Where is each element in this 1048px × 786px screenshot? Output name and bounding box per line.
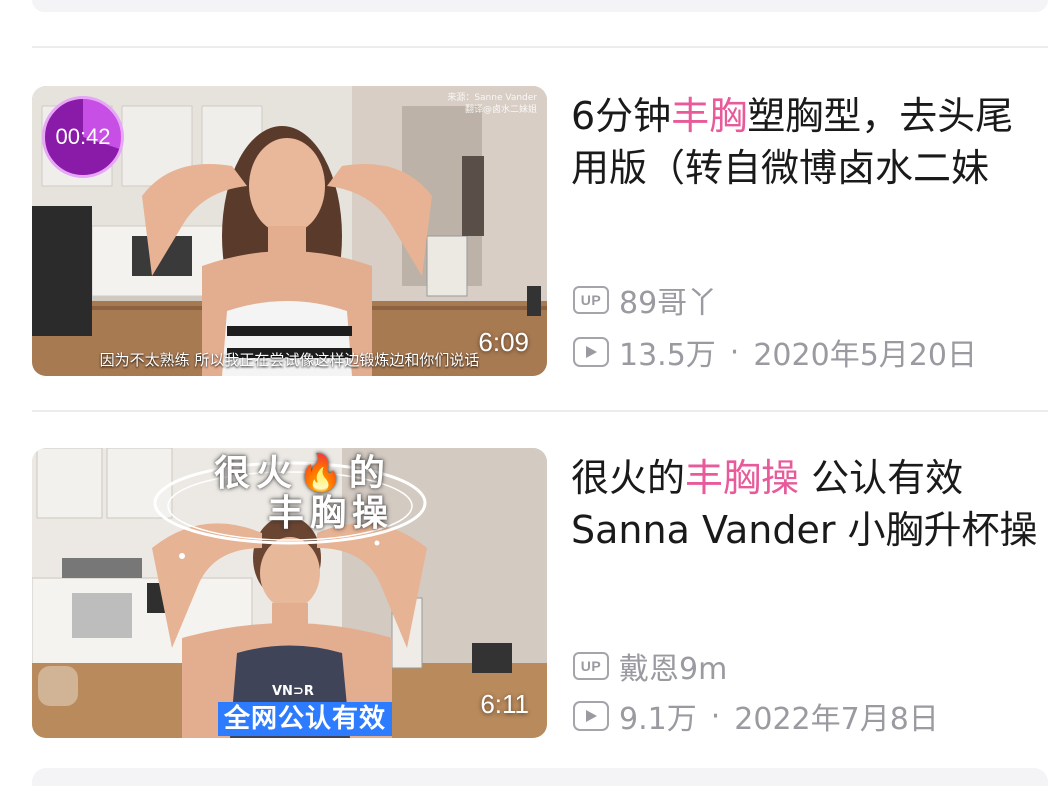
separator-dot: · <box>710 698 721 734</box>
exercise-timer: 00:42 <box>55 124 111 149</box>
video-title-line2[interactable]: Sanna Vander 小胸升杯操 <box>571 504 1048 556</box>
video-title-line2[interactable]: 用版（转自微博卤水二妹 <box>571 142 1048 194</box>
title-text: 很火的 <box>571 456 686 500</box>
play-count-icon <box>573 337 609 367</box>
author-row[interactable]: UP 89哥丫 <box>573 278 717 322</box>
play-count-icon <box>573 701 609 731</box>
exercise-timer-badge: 00:42 <box>42 96 124 178</box>
video-list: 00:42 来源：Sanne Vander 翻译@卤水二妹姐 因为不太熟练 所以… <box>0 0 1048 786</box>
uploader-icon: UP <box>573 652 609 680</box>
title-text: 塑胸型，去头尾 <box>747 94 1014 138</box>
video-duration: 6:09 <box>478 327 529 357</box>
stats-row: 9.1万 · 2022年7月8日 <box>573 694 939 738</box>
title-text: 6分钟 <box>571 94 672 138</box>
app-watermark-icon <box>38 666 78 706</box>
publish-date: 2022年7月8日 <box>734 702 939 737</box>
view-count: 13.5万 <box>619 338 716 373</box>
separator-dot: · <box>729 334 740 370</box>
video-thumbnail[interactable]: 00:42 来源：Sanne Vander 翻译@卤水二妹姐 因为不太熟练 所以… <box>32 86 547 376</box>
author-name[interactable]: 89哥丫 <box>619 278 717 322</box>
divider <box>32 410 1048 412</box>
overlay-title-line2: 丰胸操 <box>268 493 395 534</box>
translator-line: 翻译@卤水二妹姐 <box>464 105 537 115</box>
publish-date: 2020年5月20日 <box>753 338 977 373</box>
view-count: 9.1万 <box>619 702 697 737</box>
video-item[interactable]: 很火🔥的 丰胸操 VN⊃R 全网公认有效 6:11 很火的丰胸操 公认有效 Sa… <box>0 448 1048 740</box>
overlay-title-line1: 很火🔥的 <box>214 453 391 494</box>
video-item[interactable]: 00:42 来源：Sanne Vander 翻译@卤水二妹姐 因为不太熟练 所以… <box>0 86 1048 378</box>
author-row[interactable]: UP 戴恩9m <box>573 644 727 688</box>
title-text: 公认有效 <box>799 456 964 500</box>
author-name[interactable]: 戴恩9m <box>619 644 727 688</box>
title-keyword-highlight: 丰胸操 <box>685 456 800 500</box>
source-line: 来源：Sanne Vander <box>447 93 537 103</box>
video-title[interactable]: 6分钟丰胸塑胸型，去头尾 <box>571 90 1048 142</box>
video-info[interactable]: 6分钟丰胸塑胸型，去头尾 用版（转自微博卤水二妹 UP 89哥丫 13.5万 ·… <box>571 86 1048 376</box>
video-duration: 6:11 <box>480 689 529 719</box>
divider <box>32 46 1048 48</box>
shirt-logo: VN⊃R <box>272 684 314 699</box>
video-info[interactable]: 很火的丰胸操 公认有效 Sanna Vander 小胸升杯操 UP 戴恩9m 9… <box>571 448 1048 738</box>
overlay-banner: 全网公认有效 <box>218 702 393 736</box>
next-card-edge <box>32 768 1048 786</box>
previous-card-edge <box>32 0 1048 12</box>
title-keyword-highlight: 丰胸 <box>671 94 748 138</box>
video-subtitle: 因为不太熟练 所以我正在尝试像这样边锻炼边和你们说话 <box>99 351 480 369</box>
uploader-icon: UP <box>573 286 609 314</box>
video-thumbnail[interactable]: 很火🔥的 丰胸操 VN⊃R 全网公认有效 6:11 <box>32 448 547 738</box>
video-title[interactable]: 很火的丰胸操 公认有效 <box>571 452 1048 504</box>
source-watermark: 来源：Sanne Vander 翻译@卤水二妹姐 <box>447 92 537 116</box>
stats-row: 13.5万 · 2020年5月20日 <box>573 330 977 374</box>
